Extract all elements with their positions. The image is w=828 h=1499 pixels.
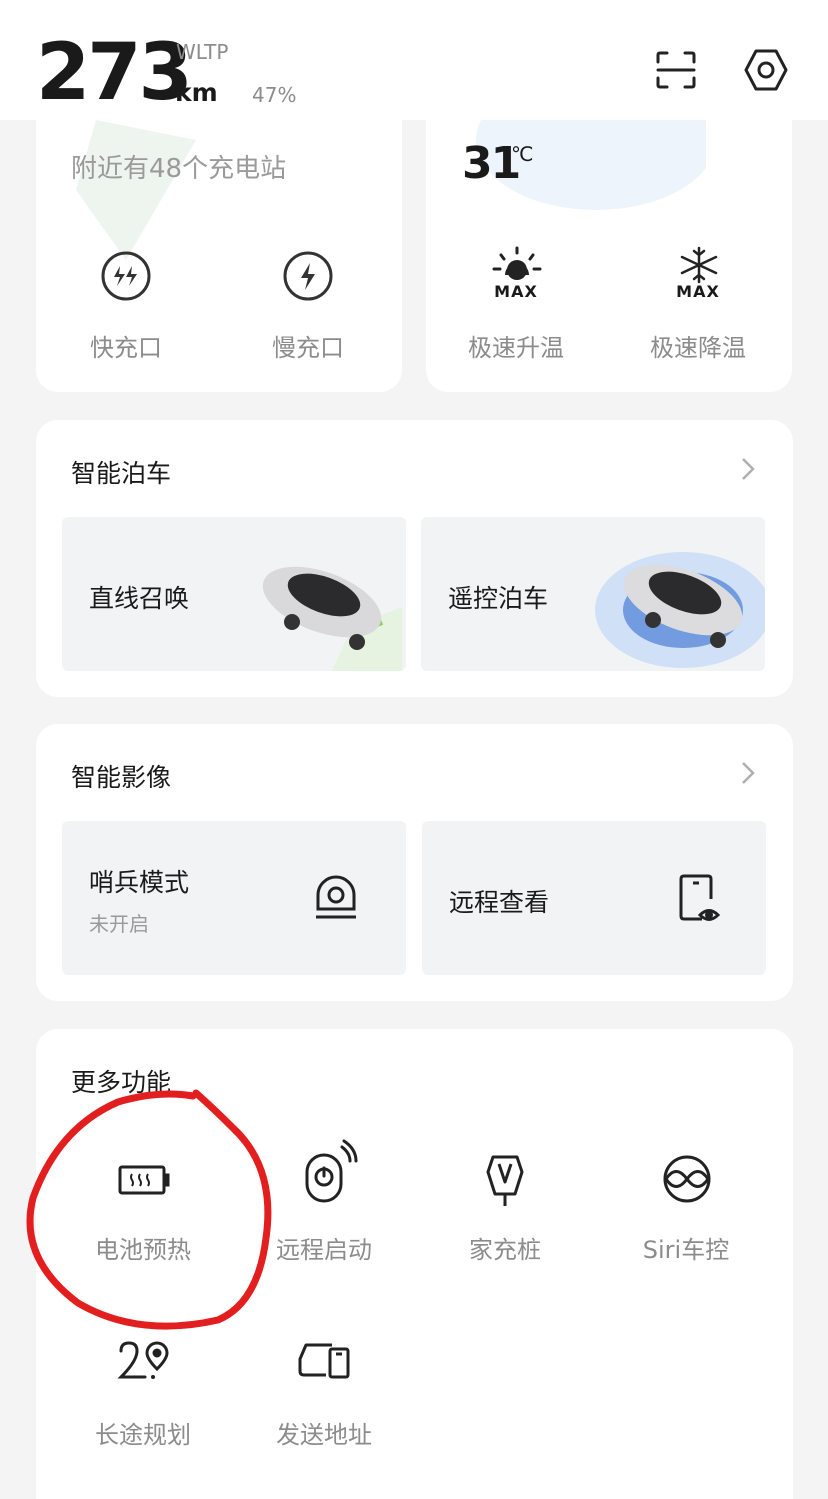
slow-charge-icon — [282, 250, 334, 302]
siri-control-button[interactable]: Siri车控 — [606, 1154, 766, 1274]
car-remote-image — [595, 552, 765, 668]
remote-start-icon — [302, 1139, 358, 1205]
temperature-unit: ℃ — [511, 142, 534, 166]
sentry-mode-tile[interactable]: 哨兵模式 未开启 — [62, 821, 406, 975]
home-charger-icon — [485, 1154, 525, 1210]
remote-parking-tile[interactable]: 遥控泊车 — [421, 517, 765, 671]
slow-charge-label: 慢充口 — [272, 334, 344, 362]
rapid-heat-button[interactable]: MAX 极速升温 — [456, 245, 576, 365]
remote-view-tile[interactable]: 远程查看 — [422, 821, 766, 975]
home-charger-button[interactable]: 家充桩 — [425, 1154, 585, 1274]
nearby-stations-text[interactable]: 附近有48个充电站 — [71, 148, 286, 185]
fast-charge-port[interactable]: 快充口 — [76, 250, 176, 362]
rapid-cool-button[interactable]: MAX 极速降温 — [638, 245, 758, 365]
sentry-mode-label: 哨兵模式 — [89, 868, 190, 897]
camera-icon — [314, 873, 358, 921]
route-planning-button[interactable]: 长途规划 — [63, 1334, 223, 1454]
item-label: Siri车控 — [642, 1236, 730, 1264]
route-plan-icon — [117, 1339, 173, 1385]
battery-percent: 47% — [252, 83, 297, 107]
smart-parking-title[interactable]: 智能泊车 — [71, 454, 171, 490]
red-circle-annotation — [26, 1089, 272, 1330]
charging-card: 附近有48个充电站 快充口 慢充口 — [36, 100, 402, 392]
sentry-mode-status: 未开启 — [89, 912, 149, 936]
item-label: 家充桩 — [469, 1236, 541, 1264]
item-label: 长途规划 — [95, 1421, 191, 1449]
cool-max-text: MAX — [676, 282, 720, 301]
phone-eye-icon — [678, 873, 722, 925]
smart-parking-card: 智能泊车 直线召唤 遥控泊车 — [36, 420, 793, 697]
slow-charge-port[interactable]: 慢充口 — [258, 250, 358, 362]
climate-card: 31 ℃ MAX 极速升温 MAX 极速降温 — [426, 100, 792, 392]
item-label: 发送地址 — [276, 1421, 372, 1449]
send-address-button[interactable]: 发送地址 — [244, 1334, 404, 1454]
heat-max-text: MAX — [494, 282, 538, 301]
chevron-right-icon[interactable] — [739, 456, 757, 482]
scan-icon[interactable] — [655, 50, 697, 90]
snowflake-max-icon — [674, 245, 724, 285]
remote-view-label: 远程查看 — [449, 888, 550, 917]
fast-charge-label: 快充口 — [90, 334, 162, 362]
settings-icon[interactable] — [743, 48, 789, 92]
remote-parking-label: 遥控泊车 — [448, 584, 549, 613]
rapid-cool-label: 极速降温 — [650, 334, 746, 362]
straight-summon-tile[interactable]: 直线召唤 — [62, 517, 406, 671]
fast-charge-icon — [100, 250, 152, 302]
header-bar: 273 WLTP km 47% — [0, 0, 828, 120]
send-address-icon — [296, 1339, 352, 1381]
smart-video-card: 智能影像 哨兵模式 未开启 远程查看 — [36, 724, 793, 1001]
rapid-heat-label: 极速升温 — [468, 334, 564, 362]
siri-icon — [662, 1154, 712, 1204]
car-summon-image — [262, 566, 402, 671]
range-standard: WLTP — [176, 40, 229, 64]
chevron-right-icon[interactable] — [739, 760, 757, 786]
range-value: 273 — [36, 28, 193, 118]
straight-summon-label: 直线召唤 — [89, 584, 190, 613]
range-unit: km — [175, 78, 218, 107]
smart-video-title[interactable]: 智能影像 — [71, 758, 171, 794]
